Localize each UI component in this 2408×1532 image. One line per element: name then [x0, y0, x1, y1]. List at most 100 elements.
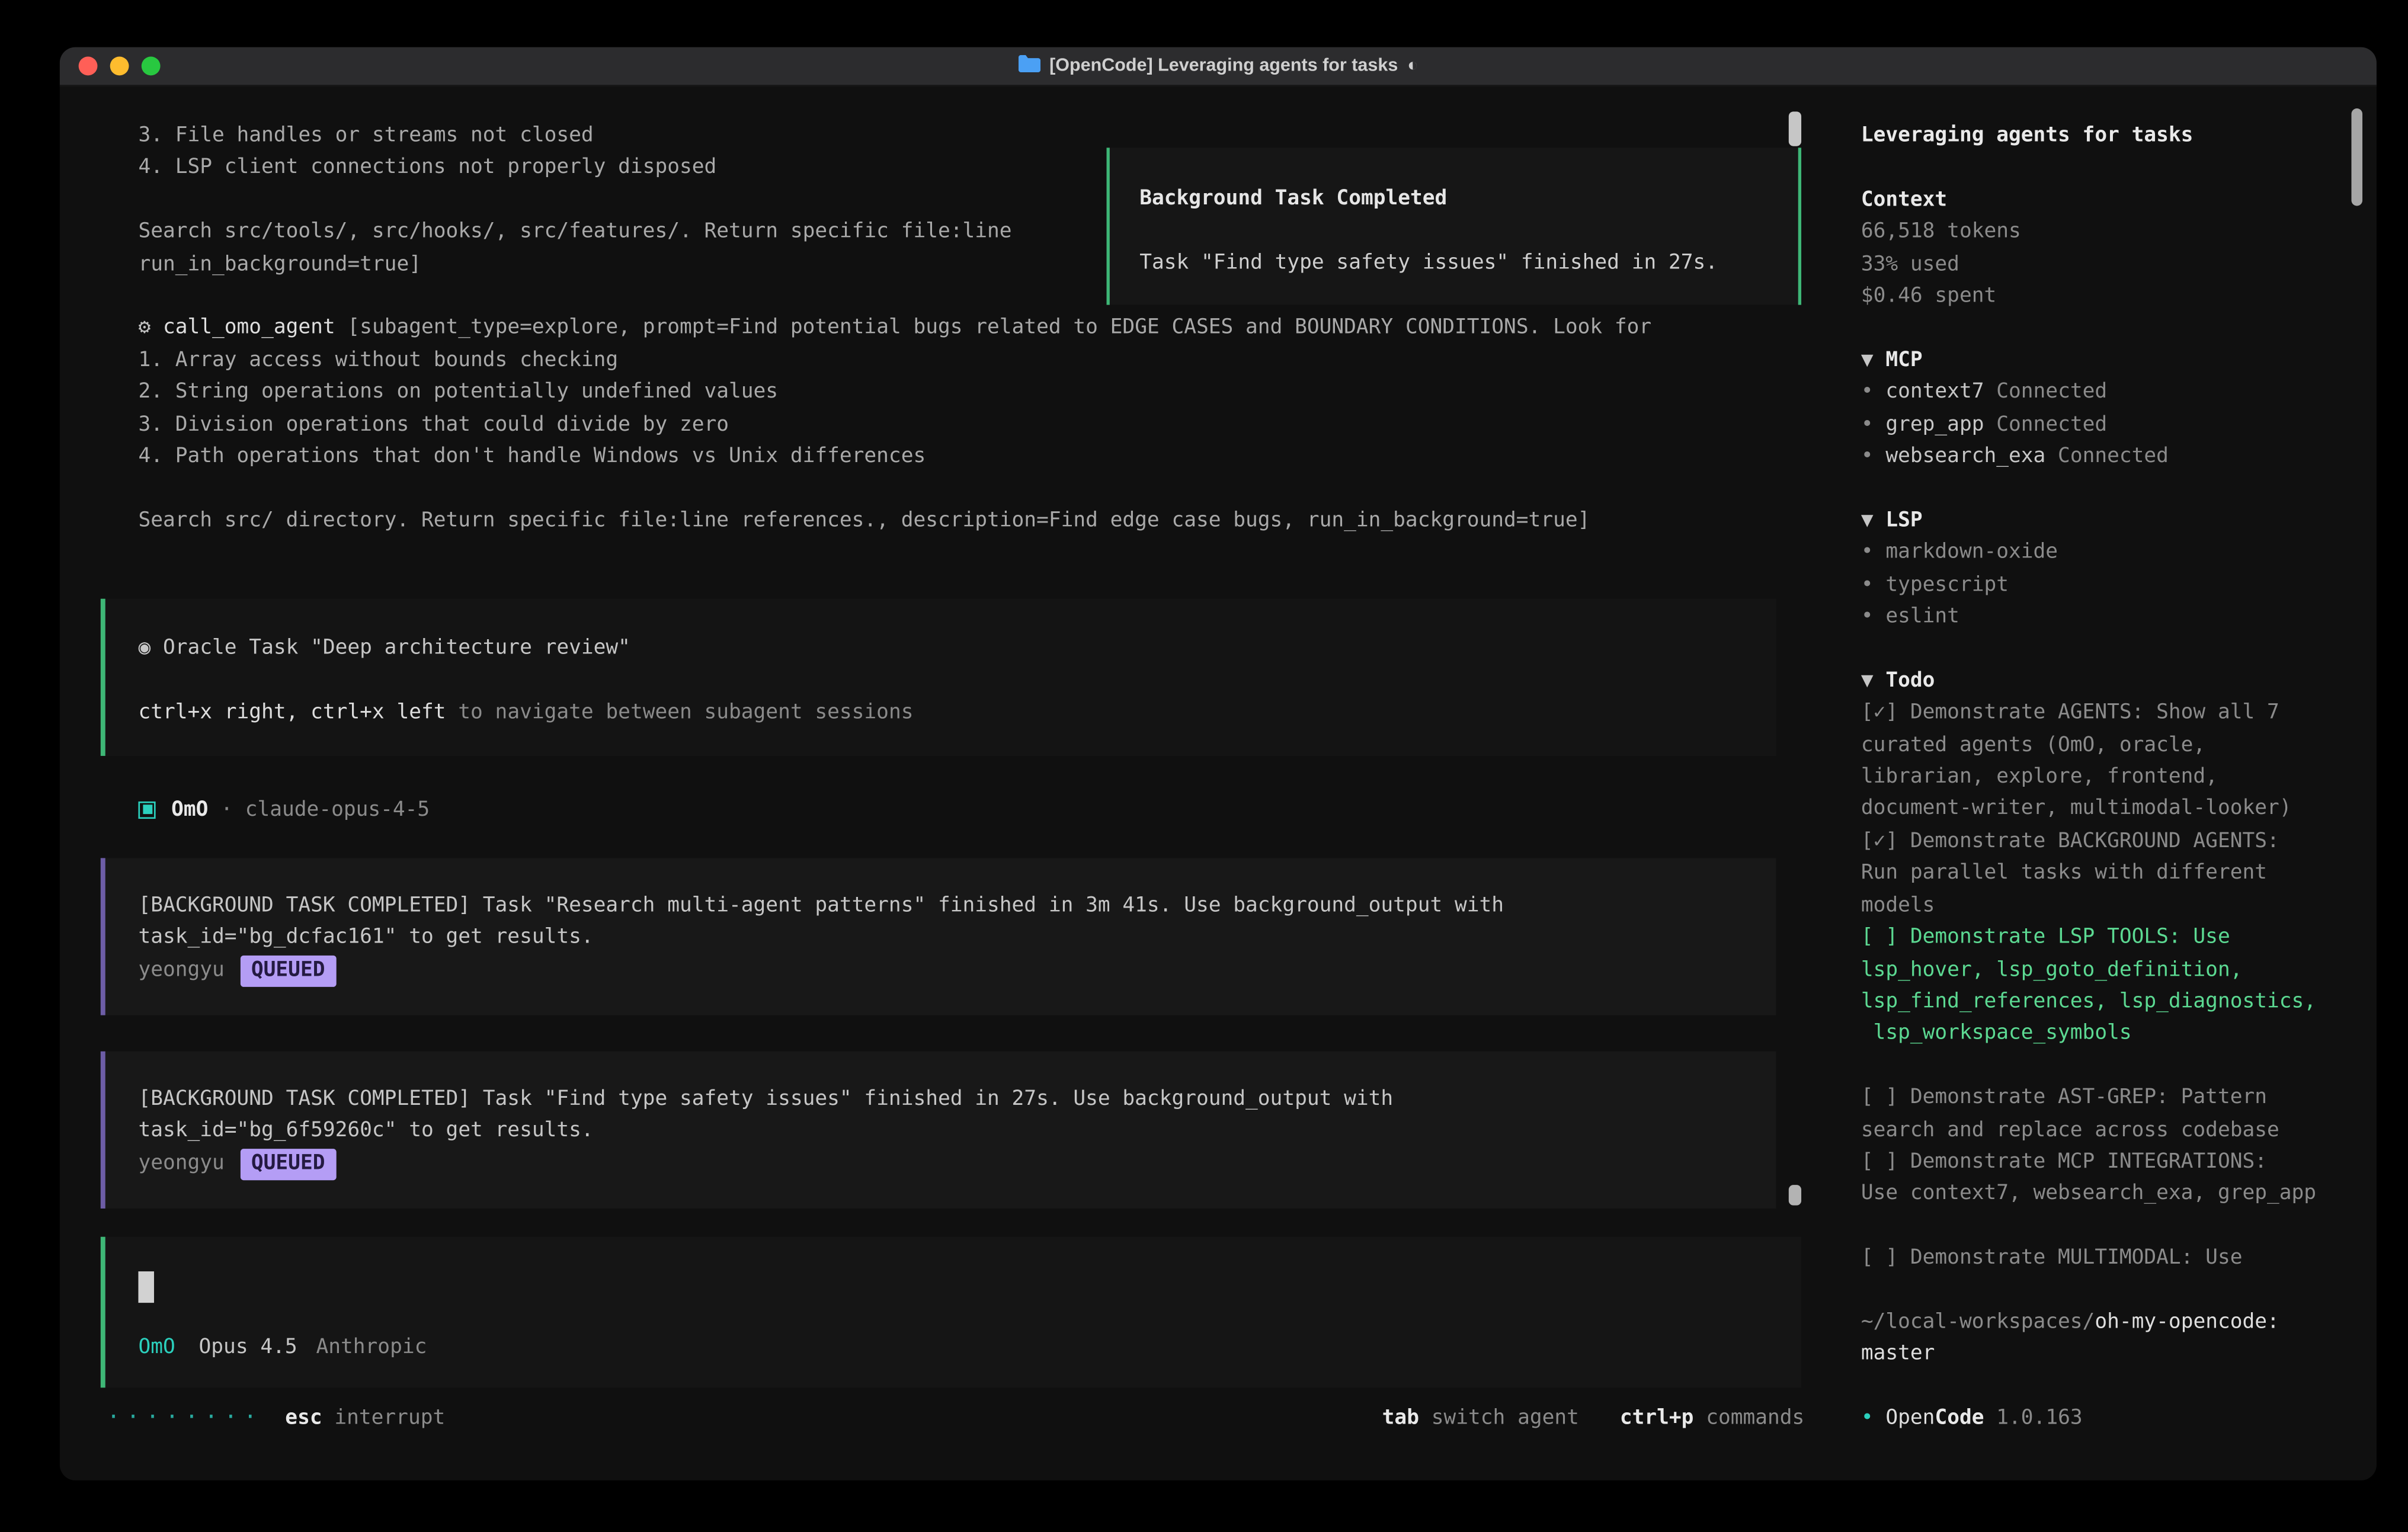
- todo-line: document-writer, multimodal-looker): [1861, 794, 2377, 826]
- message-block: [BACKGROUND TASK COMPLETED] Task "Find t…: [101, 1052, 1776, 1209]
- input-meta: OmO Opus 4.5 Anthropic: [138, 1336, 427, 1360]
- agent-name: OmO: [171, 797, 208, 821]
- todo-line: models: [1861, 890, 2377, 922]
- bullet-icon: •: [1861, 541, 1886, 565]
- lsp-heading: LSP: [1885, 509, 1922, 533]
- main-scrollbar-thumb[interactable]: [1789, 1185, 1801, 1205]
- chevron-down-icon: ▼: [1861, 348, 1886, 372]
- window-body: 3. File handles or streams not closed 4.…: [60, 86, 2377, 1480]
- terminal-line: 4. Path operations that don't handle Win…: [138, 442, 1651, 474]
- message-line: task_id="bg_6f59260c" to get results.: [138, 1117, 1776, 1149]
- mcp-section-header[interactable]: ▼ MCP: [1861, 345, 2377, 377]
- tool-name: call_omo_agent: [163, 316, 335, 340]
- window-title: [OpenCode] Leveraging agents for tasks◐: [1018, 55, 1418, 77]
- terminal-line: 1. Array access without bounds checking: [138, 345, 1651, 377]
- todo-line: [ ] Demonstrate MCP INTEGRATIONS:: [1861, 1147, 2377, 1179]
- mcp-status: Connected: [1984, 381, 2108, 405]
- status-right: tab switch agent ctrl+p commands: [1382, 1406, 1805, 1430]
- zoom-button[interactable]: [142, 56, 161, 75]
- app-name: Open: [1885, 1407, 1935, 1431]
- close-button[interactable]: [79, 56, 98, 75]
- esc-key: esc: [285, 1406, 322, 1430]
- sidebar-scrollbar-thumb[interactable]: [2351, 108, 2362, 206]
- agent-model: claude-opus-4-5: [245, 797, 430, 821]
- terminal-line: Search src/ directory. Return specific f…: [138, 506, 1651, 538]
- todo-line: curated agents (OmO, oracle,: [1861, 730, 2377, 762]
- traffic-lights: [79, 47, 161, 85]
- lsp-item: • markdown-oxide: [1861, 538, 2377, 570]
- toast-body: Task "Find type safety issues" finished …: [1139, 248, 1770, 280]
- message-meta: yeongyuQUEUED: [138, 1149, 1776, 1181]
- todo-line: librarian, explore, frontend,: [1861, 762, 2377, 794]
- repo-name: oh-my-opencode:: [2095, 1310, 2279, 1334]
- sidebar: Leveraging agents for tasks Context 66,5…: [1836, 86, 2377, 1480]
- bullet-icon: •: [1861, 1407, 1886, 1431]
- chevron-down-icon: ▼: [1861, 669, 1886, 693]
- app-name-bold: Code: [1935, 1407, 1984, 1431]
- todo-line: [ ] Demonstrate MULTIMODAL: Use: [1861, 1243, 2377, 1275]
- status-bar: ········ esc interrupt tab switch agent c…: [107, 1405, 1804, 1430]
- path-prefix: ~/local-workspaces/: [1861, 1310, 2095, 1334]
- message-line: [BACKGROUND TASK COMPLETED] Task "Find t…: [138, 1084, 1776, 1116]
- mcp-item: • websearch_exa Connected: [1861, 442, 2377, 474]
- ctrlp-label: commands: [1693, 1406, 1804, 1430]
- mcp-item: • grep_app Connected: [1861, 409, 2377, 441]
- main-scrollbar-thumb[interactable]: [1789, 111, 1801, 146]
- context-spent: $0.46 spent: [1861, 281, 2377, 313]
- message-block: [BACKGROUND TASK COMPLETED] Task "Resear…: [101, 858, 1776, 1015]
- hint-keys: ctrl+x right, ctrl+x left: [138, 701, 446, 725]
- message-meta: yeongyuQUEUED: [138, 955, 1776, 987]
- ctrlp-key: ctrl+p: [1620, 1406, 1694, 1430]
- author: yeongyu: [138, 1152, 224, 1175]
- oracle-task-box: ◉ Oracle Task "Deep architecture review"…: [101, 599, 1776, 756]
- folder-icon: [1018, 55, 1040, 77]
- branch-name: master: [1861, 1339, 2377, 1371]
- workspace-path: ~/local-workspaces/oh-my-opencode:: [1861, 1307, 2377, 1339]
- mcp-status: Connected: [2045, 445, 2169, 469]
- terminal-window: [OpenCode] Leveraging agents for tasks◐ …: [60, 47, 2377, 1480]
- context-heading: Context: [1861, 185, 2377, 217]
- mcp-name: grep_app: [1885, 413, 1984, 437]
- todo-line: search and replace across codebase: [1861, 1115, 2377, 1147]
- app-version: • OpenCode 1.0.163: [1861, 1403, 2377, 1435]
- mcp-name: websearch_exa: [1885, 445, 2045, 469]
- bullet-icon: •: [1861, 445, 1886, 469]
- session-title: Leveraging agents for tasks: [1861, 121, 2377, 153]
- todo-line: Use context7, websearch_exa, grep_app: [1861, 1179, 2377, 1211]
- todo-line: Run parallel tasks with different: [1861, 858, 2377, 890]
- mcp-item: • context7 Connected: [1861, 377, 2377, 409]
- bullet-icon: •: [1861, 413, 1886, 437]
- todo-heading: Todo: [1885, 669, 1935, 693]
- lsp-name: eslint: [1885, 605, 1959, 629]
- todo-line: [ ] Demonstrate AST-GREP: Pattern: [1861, 1083, 2377, 1115]
- terminal-main: 3. File handles or streams not closed 4.…: [60, 86, 1836, 1480]
- text-cursor: [138, 1271, 154, 1303]
- lsp-item: • eslint: [1861, 602, 2377, 634]
- agent-header: OmO · claude-opus-4-5: [138, 792, 430, 826]
- author: yeongyu: [138, 959, 224, 982]
- tool-call-line: ⚙ call_omo_agent [subagent_type=explore,…: [138, 313, 1651, 345]
- screen: [OpenCode] Leveraging agents for tasks◐ …: [0, 0, 2408, 1532]
- input-agent: OmO: [138, 1336, 175, 1360]
- tab-label: switch agent: [1419, 1406, 1579, 1430]
- tab-key: tab: [1382, 1406, 1419, 1430]
- minimize-button[interactable]: [110, 56, 129, 75]
- todo-line-active: lsp_find_references, lsp_diagnostics,: [1861, 987, 2377, 1019]
- input-provider: Anthropic: [316, 1336, 427, 1360]
- prompt-input[interactable]: OmO Opus 4.5 Anthropic: [101, 1237, 1801, 1388]
- mcp-status: Connected: [1984, 413, 2108, 437]
- context-used: 33% used: [1861, 249, 2377, 281]
- input-model: Opus 4.5: [199, 1336, 297, 1360]
- terminal-line: 2. String operations on potentially unde…: [138, 377, 1651, 409]
- lsp-name: markdown-oxide: [1885, 541, 2058, 565]
- toast-title: Background Task Completed: [1139, 184, 1770, 216]
- todo-line: [✓] Demonstrate BACKGROUND AGENTS:: [1861, 826, 2377, 858]
- esc-label: interrupt: [322, 1406, 446, 1430]
- lsp-section-header[interactable]: ▼ LSP: [1861, 506, 2377, 538]
- todo-section-header[interactable]: ▼ Todo: [1861, 666, 2377, 698]
- todo-line-active: [ ] Demonstrate LSP TOOLS: Use: [1861, 922, 2377, 954]
- titlebar: [OpenCode] Leveraging agents for tasks◐: [60, 47, 2377, 86]
- oracle-hint-line: ctrl+x right, ctrl+x left to navigate be…: [138, 697, 1776, 729]
- version-number: 1.0.163: [1984, 1407, 2083, 1431]
- spinner-icon: ········: [107, 1405, 263, 1430]
